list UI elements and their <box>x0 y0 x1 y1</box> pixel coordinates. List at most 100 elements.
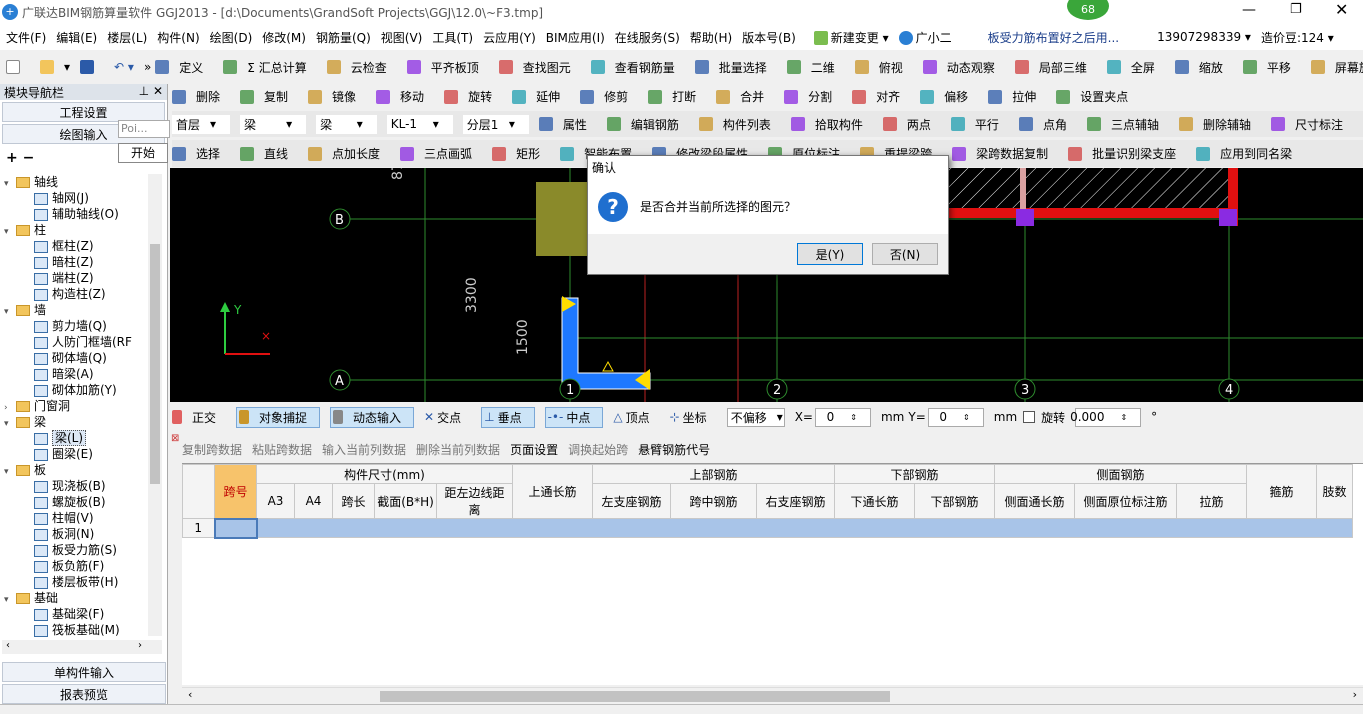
tree-item-28[interactable]: 筏板基础(M) <box>4 622 162 638</box>
vertex-snap[interactable]: △ 顶点 <box>613 409 659 426</box>
subcol-8[interactable]: 下通长筋 <box>834 483 915 519</box>
tb1items-item-6[interactable]: 批量选择 <box>694 59 777 76</box>
active-cell[interactable] <box>213 517 258 539</box>
subcol-2[interactable]: 跨长 <box>332 483 375 519</box>
open-file-icon[interactable]: ▾ <box>40 60 70 74</box>
tb1items-item-11[interactable]: 全屏 <box>1106 59 1165 76</box>
menu-item-0[interactable]: 文件(F) <box>6 29 46 46</box>
new-change-menu[interactable]: 新建变更 ▾ <box>813 29 889 46</box>
col-upper-group[interactable]: 上部钢筋 <box>592 464 835 484</box>
tb3items-item-9[interactable]: 尺寸标注 <box>1270 116 1353 133</box>
collapse-icon[interactable]: ▾ <box>4 176 16 192</box>
tb3items-item-7[interactable]: 三点辅轴 <box>1086 116 1169 133</box>
tb4-item-1[interactable]: 直线 <box>240 145 298 162</box>
tree-item-11[interactable]: 砌体墙(Q) <box>4 350 162 366</box>
gridbar-item-4[interactable]: 页面设置 <box>510 441 558 458</box>
tb1items-item-12[interactable]: 缩放 <box>1174 59 1233 76</box>
col-lower-group[interactable]: 下部钢筋 <box>834 464 995 484</box>
tree-item-6[interactable]: 端柱(Z) <box>4 270 162 286</box>
menu-item-4[interactable]: 绘图(D) <box>210 29 253 46</box>
collapse-icon[interactable]: ▾ <box>4 304 16 320</box>
tb4-item-11[interactable]: 应用到同名梁 <box>1196 145 1302 162</box>
tb1items-item-13[interactable]: 平移 <box>1242 59 1301 76</box>
subcol-0[interactable]: A3 <box>256 483 295 519</box>
tb2-item-6[interactable]: 修剪 <box>580 88 638 105</box>
tb1items-item-5[interactable]: 查看钢筋量 <box>590 59 685 76</box>
menu-item-9[interactable]: 云应用(Y) <box>483 29 536 46</box>
coordinate-snap[interactable]: ⊹ 坐标 <box>670 409 717 426</box>
tree-item-24[interactable]: 板负筋(F) <box>4 558 162 574</box>
dynamic-input-toggle[interactable]: 动态输入 <box>330 406 415 428</box>
tb3items-item-3[interactable]: 拾取构件 <box>790 116 873 133</box>
tb3items-item-8[interactable]: 删除辅轴 <box>1178 116 1261 133</box>
subcol-4[interactable]: 距左边线距离 <box>436 483 513 519</box>
tb2-item-2[interactable]: 镜像 <box>308 88 366 105</box>
ortho-toggle[interactable]: 正交 <box>172 409 226 426</box>
tree-item-23[interactable]: 板受力筋(S) <box>4 542 162 558</box>
collapse-icon[interactable]: ▾ <box>4 416 16 432</box>
intersection-snap[interactable]: ✕ 交点 <box>424 409 471 426</box>
tb1items-item-2[interactable]: 云检查 <box>326 59 397 76</box>
notice-text[interactable]: 板受力筋布置好之后用... <box>988 29 1119 46</box>
tb1items-item-10[interactable]: 局部三维 <box>1014 59 1097 76</box>
table-row[interactable]: 1 <box>182 517 1353 539</box>
collapse-icon[interactable]: ▾ <box>4 464 16 480</box>
subtype-select[interactable]: 梁 ▾ <box>316 114 377 134</box>
tb2-item-10[interactable]: 对齐 <box>852 88 910 105</box>
grip-triangle-3[interactable] <box>602 360 614 372</box>
collapse-icon[interactable]: ▾ <box>4 592 16 608</box>
tb2-item-11[interactable]: 偏移 <box>920 88 978 105</box>
layer-select[interactable]: 分层1 ▾ <box>462 114 529 134</box>
menu-item-10[interactable]: BIM应用(I) <box>546 29 605 46</box>
phone-account[interactable]: 13907298339 ▾ <box>1157 30 1251 44</box>
tb3items-item-0[interactable]: 属性 <box>538 116 597 133</box>
tb2-item-3[interactable]: 移动 <box>376 88 434 105</box>
offset-select[interactable]: 不偏移 ▾ <box>726 407 785 427</box>
tb3items-item-4[interactable]: 两点 <box>882 116 941 133</box>
tree-item-20[interactable]: 螺旋板(B) <box>4 494 162 510</box>
tree-item-17[interactable]: 圈梁(E) <box>4 446 162 462</box>
x-input[interactable]: 0 ⇕ <box>814 407 871 427</box>
col-top-through[interactable]: 上通长筋 <box>512 464 593 519</box>
type-select[interactable]: 梁 ▾ <box>240 114 307 134</box>
subcol-11[interactable]: 侧面原位标注筋 <box>1074 483 1177 519</box>
subcol-12[interactable]: 拉筋 <box>1176 483 1247 519</box>
tb4-item-10[interactable]: 批量识别梁支座 <box>1068 145 1186 162</box>
tb1items-item-0[interactable]: 定义 <box>155 59 213 76</box>
rotate-checkbox[interactable] <box>1023 411 1036 423</box>
tb4-item-2[interactable]: 点加长度 <box>308 145 390 162</box>
tree-item-10[interactable]: 人防门框墙(RF <box>4 334 162 350</box>
gridbar-item-1[interactable]: 粘贴跨数据 <box>252 441 312 458</box>
tb2-item-4[interactable]: 旋转 <box>444 88 502 105</box>
object-snap-toggle[interactable]: 对象捕捉 <box>236 406 321 428</box>
subcol-3[interactable]: 截面(B*H) <box>374 483 437 519</box>
save-icon[interactable] <box>80 60 104 74</box>
tb3items-item-1[interactable]: 编辑钢筋 <box>606 116 689 133</box>
popup-search-box[interactable]: Poi... <box>118 120 170 138</box>
tree-item-9[interactable]: 剪力墙(Q) <box>4 318 162 334</box>
tree-item-19[interactable]: 现浇板(B) <box>4 478 162 494</box>
tb1items-item-8[interactable]: 俯视 <box>854 59 913 76</box>
tree-item-14[interactable]: › 门窗洞 <box>4 398 162 414</box>
tb4-item-4[interactable]: 矩形 <box>492 145 550 162</box>
tree-item-12[interactable]: 暗梁(A) <box>4 366 162 382</box>
tree-item-7[interactable]: 构造柱(Z) <box>4 286 162 302</box>
menu-item-11[interactable]: 在线服务(S) <box>615 29 680 46</box>
tb2-item-8[interactable]: 合并 <box>716 88 774 105</box>
col-limbs[interactable]: 肢数 <box>1316 464 1353 519</box>
subcol-10[interactable]: 侧面通长筋 <box>994 483 1075 519</box>
col-side-group[interactable]: 侧面钢筋 <box>994 464 1247 484</box>
tb3items-item-6[interactable]: 点角 <box>1018 116 1077 133</box>
tb2-item-13[interactable]: 设置夹点 <box>1056 88 1138 105</box>
tree-item-25[interactable]: 楼层板带(H) <box>4 574 162 590</box>
gridbar-item-6[interactable]: 悬臂钢筋代号 <box>638 441 710 458</box>
gridbar-item-0[interactable]: 复制跨数据 <box>182 441 242 458</box>
overflow-chevron-icon[interactable]: » <box>144 60 151 74</box>
collapse-icon[interactable]: ▾ <box>4 224 16 240</box>
tb2-item-1[interactable]: 复制 <box>240 88 298 105</box>
menu-item-3[interactable]: 构件(N) <box>157 29 199 46</box>
assistant-menu[interactable]: 广小二 <box>898 29 952 46</box>
tree-item-5[interactable]: 暗柱(Z) <box>4 254 162 270</box>
tree-item-16[interactable]: 梁(L) <box>4 430 162 446</box>
tb4-item-9[interactable]: 梁跨数据复制 <box>952 145 1058 162</box>
